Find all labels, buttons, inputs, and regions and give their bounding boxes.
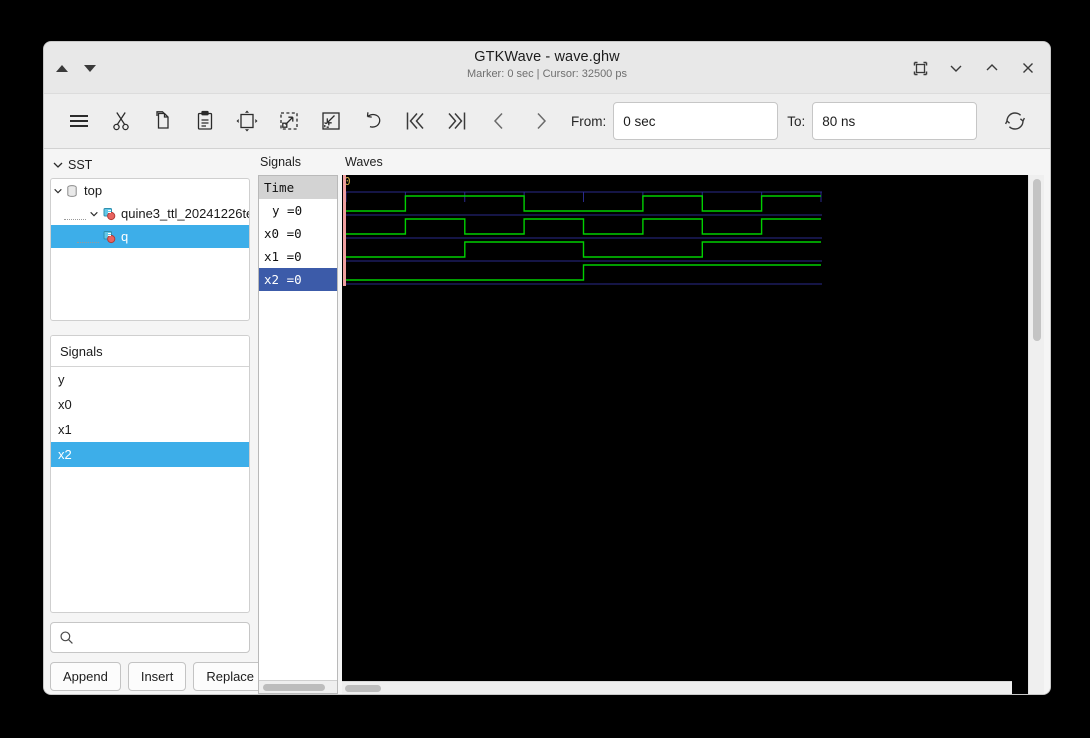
tree-item-label: top bbox=[84, 183, 103, 198]
goto-start-icon[interactable] bbox=[394, 101, 436, 141]
signal-label: y bbox=[58, 372, 65, 387]
wave-name-x0[interactable]: x0 =0 bbox=[259, 222, 337, 245]
signal-label: x1 bbox=[58, 422, 72, 437]
next-edge-icon[interactable] bbox=[520, 101, 562, 141]
window-status: Marker: 0 sec | Cursor: 32500 ps bbox=[467, 68, 627, 80]
chevron-down-icon[interactable] bbox=[87, 209, 100, 219]
waveform-canvas[interactable]: 0 bbox=[342, 175, 1028, 694]
wave-names-header: Signals bbox=[260, 155, 301, 169]
title-bar-right-controls bbox=[913, 42, 1036, 94]
signal-label: x0 bbox=[58, 397, 72, 412]
copy-icon[interactable] bbox=[142, 101, 184, 141]
goto-end-icon[interactable] bbox=[436, 101, 478, 141]
to-label: To: bbox=[787, 113, 806, 129]
wave-name-label: x0 =0 bbox=[264, 226, 302, 241]
list-item[interactable]: x2 bbox=[51, 442, 249, 467]
instance-icon bbox=[102, 207, 117, 221]
cut-icon[interactable] bbox=[100, 101, 142, 141]
main-body: SST top quine3_ttl_20241226tes q Signals… bbox=[44, 149, 1050, 694]
tree-item-label: quine3_ttl_20241226tes bbox=[121, 206, 250, 221]
to-input-value: 80 ns bbox=[822, 113, 856, 129]
waveform-svg bbox=[343, 175, 822, 286]
signals-list[interactable]: y x0 x1 x2 bbox=[51, 367, 249, 612]
prev-edge-icon[interactable] bbox=[478, 101, 520, 141]
title-bar-left-controls bbox=[56, 42, 96, 94]
waves-pane: Waves 0 bbox=[338, 149, 1050, 694]
search-input[interactable] bbox=[50, 622, 250, 653]
close-icon[interactable] bbox=[1020, 60, 1036, 76]
wave-names-list[interactable]: Time y =0 x0 =0 x1 =0 x2 =0 bbox=[258, 175, 338, 694]
waveform-vscrollbar[interactable] bbox=[1028, 175, 1044, 694]
tree-item-q[interactable]: q bbox=[51, 225, 249, 248]
tree-guide bbox=[77, 231, 99, 243]
waves-outer: 0 bbox=[342, 175, 1044, 694]
tree-item-top[interactable]: top bbox=[51, 179, 249, 202]
tree-item-label: q bbox=[121, 229, 129, 244]
from-input[interactable]: 0 sec bbox=[613, 102, 779, 140]
wave-name-x1[interactable]: x1 =0 bbox=[259, 245, 337, 268]
zoom-fit-icon[interactable] bbox=[226, 101, 268, 141]
chevron-down-icon[interactable] bbox=[51, 186, 64, 196]
menu-icon[interactable] bbox=[58, 101, 100, 141]
title-bar: GTKWave - wave.ghw Marker: 0 sec | Curso… bbox=[44, 42, 1050, 94]
insert-button[interactable]: Insert bbox=[127, 662, 187, 691]
toolbar: From: 0 sec To: 80 ns bbox=[44, 94, 1050, 149]
instance-icon bbox=[102, 230, 117, 244]
zoom-out-icon[interactable] bbox=[310, 101, 352, 141]
list-item[interactable]: y bbox=[51, 367, 249, 392]
title-bar-center: GTKWave - wave.ghw Marker: 0 sec | Curso… bbox=[44, 49, 1050, 80]
scrollbar-thumb[interactable] bbox=[345, 685, 381, 692]
tree-guide bbox=[64, 208, 86, 220]
window-title: GTKWave - wave.ghw bbox=[474, 49, 620, 65]
zoom-in-icon[interactable] bbox=[268, 101, 310, 141]
search-icon bbox=[59, 630, 74, 645]
shade-down-icon[interactable] bbox=[84, 64, 96, 72]
wave-names-pane: Signals Time y =0 x0 =0 x1 =0 x2 =0 bbox=[256, 149, 338, 694]
scrollbar-thumb[interactable] bbox=[1033, 179, 1041, 341]
sst-tree[interactable]: top quine3_ttl_20241226tes q bbox=[50, 178, 250, 321]
signals-panel: Signals y x0 x1 x2 bbox=[50, 335, 250, 613]
signals-action-buttons: Append Insert Replace bbox=[50, 662, 268, 691]
maximize-icon[interactable] bbox=[984, 60, 1000, 76]
wave-name-label: x2 =0 bbox=[264, 272, 302, 287]
wave-name-time[interactable]: Time bbox=[259, 176, 337, 199]
to-input[interactable]: 80 ns bbox=[812, 102, 978, 140]
wave-names-hscrollbar[interactable] bbox=[259, 680, 337, 693]
fullscreen-icon[interactable] bbox=[913, 61, 928, 76]
from-input-value: 0 sec bbox=[623, 113, 656, 129]
left-pane: SST top quine3_ttl_20241226tes q Signals… bbox=[44, 149, 268, 694]
wave-name-y[interactable]: y =0 bbox=[259, 199, 337, 222]
list-item[interactable]: x0 bbox=[51, 392, 249, 417]
wave-name-label: Time bbox=[264, 180, 295, 195]
from-label: From: bbox=[571, 113, 607, 129]
zoom-undo-icon[interactable] bbox=[352, 101, 394, 141]
sst-header[interactable]: SST bbox=[50, 155, 250, 175]
shade-up-icon[interactable] bbox=[56, 64, 68, 72]
scrollbar-thumb[interactable] bbox=[263, 684, 325, 691]
wave-name-x2[interactable]: x2 =0 bbox=[259, 268, 337, 291]
sst-header-label: SST bbox=[68, 158, 93, 172]
waveform-hscrollbar[interactable] bbox=[342, 681, 1012, 694]
gtkwave-window: GTKWave - wave.ghw Marker: 0 sec | Curso… bbox=[44, 42, 1050, 694]
paste-icon[interactable] bbox=[184, 101, 226, 141]
reload-icon[interactable] bbox=[994, 101, 1036, 141]
signal-label: x2 bbox=[58, 447, 72, 462]
wave-name-label: y =0 bbox=[272, 203, 303, 218]
tree-item-quine3[interactable]: quine3_ttl_20241226tes bbox=[51, 202, 249, 225]
wave-name-label: x1 =0 bbox=[264, 249, 302, 264]
minimize-icon[interactable] bbox=[948, 60, 964, 76]
list-item[interactable]: x1 bbox=[51, 417, 249, 442]
append-button[interactable]: Append bbox=[50, 662, 121, 691]
signals-panel-header: Signals bbox=[51, 336, 249, 367]
waves-header: Waves bbox=[345, 155, 383, 169]
module-icon bbox=[65, 184, 79, 198]
chevron-down-icon bbox=[53, 162, 63, 168]
